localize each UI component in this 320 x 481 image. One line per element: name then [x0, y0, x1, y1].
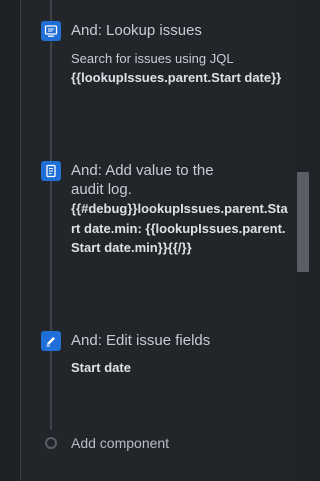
add-component-dot-icon	[45, 437, 57, 449]
step-field-name: Start date	[71, 360, 131, 375]
pencil-icon	[41, 331, 61, 351]
timeline-line	[50, 0, 52, 430]
step-title: And: Add value to the audit log.	[71, 162, 214, 198]
audit-log-icon	[41, 161, 61, 181]
step-jql-value: {{lookupIssues.parent.Start date}}	[71, 70, 282, 85]
step-log-message: {{#debug}}lookupIssues.parent.Start date…	[71, 201, 288, 255]
monitor-search-icon	[41, 21, 61, 41]
step-title: And: Edit issue fields	[71, 332, 211, 349]
step-title: And: Lookup issues	[71, 22, 202, 39]
add-component-label: Add component	[71, 435, 170, 451]
scrollbar-thumb[interactable]	[297, 172, 309, 272]
left-pane	[0, 0, 21, 481]
step-description: Search for issues using JQL	[71, 51, 234, 66]
